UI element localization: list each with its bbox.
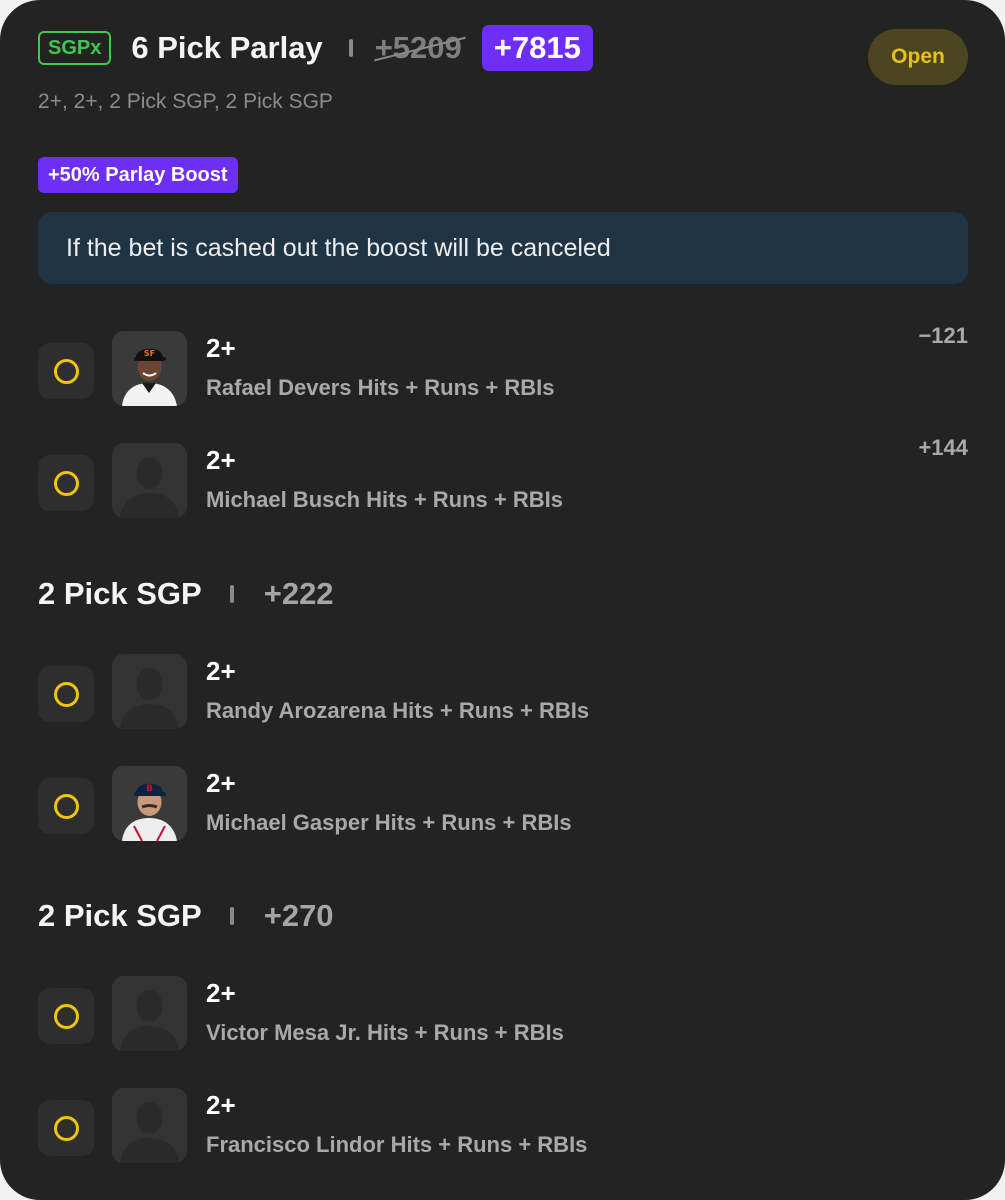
group-divider [229,585,234,603]
bet-header: SGPx 6 Pick Parlay +5209 +7815 [38,25,593,71]
leg-row[interactable]: 2+ Michael Busch Hits + Runs + RBIs +144 [38,435,968,523]
player-avatar [112,976,187,1051]
leg-market: Rafael Devers Hits + Runs + RBIs [206,375,555,400]
legs-summary: 2+, 2+, 2 Pick SGP, 2 Pick SGP [38,90,333,113]
placeholder-silhouette-icon [112,1088,187,1163]
group-divider [229,907,234,925]
leg-row[interactable]: 2+ Randy Arozarena Hits + Runs + RBIs [38,654,968,734]
pending-circle-icon [53,1003,79,1029]
sgp-group-odds: +222 [263,576,334,611]
sgp-group-title: 2 Pick SGP [38,898,202,933]
leg-line: 2+ [206,978,236,1008]
leg-odds: −121 [918,323,968,348]
leg-market: Francisco Lindor Hits + Runs + RBIs [206,1132,588,1157]
leg-status-radio[interactable] [38,1100,94,1156]
leg-line: 2+ [206,768,236,798]
player-avatar [112,654,187,729]
leg-row[interactable]: 2+ Francisco Lindor Hits + Runs + RBIs [38,1088,968,1168]
sgpx-badge: SGPx [38,31,112,65]
sgp-group-title: 2 Pick SGP [38,576,202,611]
leg-line: 2+ [206,445,236,475]
pending-circle-icon [53,793,79,819]
leg-market: Michael Gasper Hits + Runs + RBIs [206,810,572,835]
leg-status-radio[interactable] [38,778,94,834]
parlay-boost-badge: +50% Parlay Boost [38,157,238,193]
boost-notice: If the bet is cashed out the boost will … [38,212,968,284]
leg-status-radio[interactable] [38,666,94,722]
leg-odds: +144 [918,435,968,460]
original-odds: +5209 [373,30,466,66]
leg-line: 2+ [206,333,236,363]
boosted-odds: +7815 [481,25,593,71]
redsox-player-photo-icon: B [112,766,187,841]
giants-player-photo-icon: SF [112,331,187,406]
sgp-group-odds: +270 [263,898,334,933]
placeholder-silhouette-icon [112,654,187,729]
leg-status-radio[interactable] [38,343,94,399]
status-badge[interactable]: Open [868,29,968,85]
leg-status-radio[interactable] [38,455,94,511]
leg-market: Victor Mesa Jr. Hits + Runs + RBIs [206,1020,564,1045]
leg-line: 2+ [206,656,236,686]
player-avatar [112,1088,187,1163]
leg-market: Michael Busch Hits + Runs + RBIs [206,487,563,512]
pending-circle-icon [53,681,79,707]
parlay-title: 6 Pick Parlay [131,30,323,65]
player-avatar [112,443,187,518]
leg-line: 2+ [206,1090,236,1120]
header-divider [348,39,353,57]
leg-row[interactable]: 2+ Victor Mesa Jr. Hits + Runs + RBIs [38,976,968,1056]
leg-row[interactable]: B 2+ Michael Gasper Hits + Runs + RBIs [38,766,968,846]
pending-circle-icon [53,1115,79,1141]
pending-circle-icon [53,358,79,384]
placeholder-silhouette-icon [112,443,187,518]
pending-circle-icon [53,470,79,496]
boost-notice-text: If the bet is cashed out the boost will … [66,233,611,262]
leg-status-radio[interactable] [38,988,94,1044]
svg-text:B: B [146,784,153,794]
svg-text:SF: SF [144,349,155,358]
player-avatar: SF [112,331,187,406]
placeholder-silhouette-icon [112,976,187,1051]
leg-row[interactable]: SF 2+ Rafael Devers Hits + Runs + RBIs −… [38,323,968,411]
sgp-group-header: 2 Pick SGP +222 [38,574,334,614]
sgp-group-header: 2 Pick SGP +270 [38,896,334,936]
bet-card: SGPx 6 Pick Parlay +5209 +7815 Open 2+, … [0,0,1005,1200]
leg-market: Randy Arozarena Hits + Runs + RBIs [206,698,590,723]
player-avatar: B [112,766,187,841]
